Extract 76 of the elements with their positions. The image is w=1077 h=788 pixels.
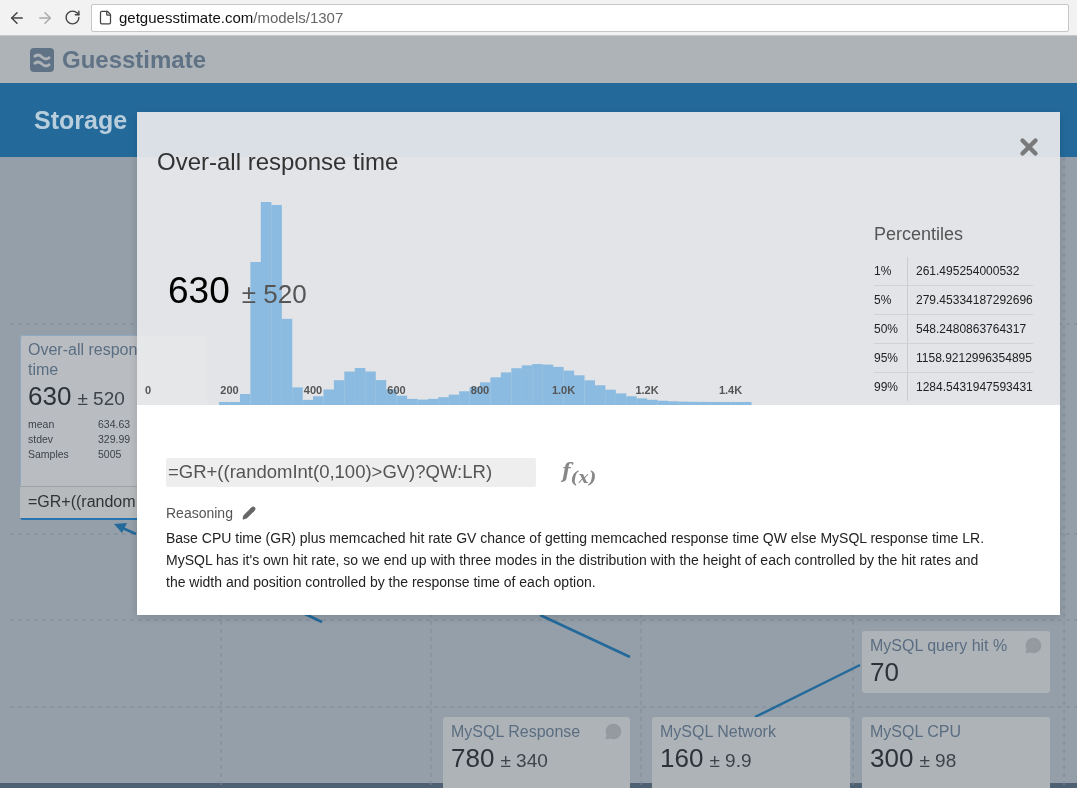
formula-field[interactable]: =GR+((randomInt(0,100)>GV)?QW:LR) xyxy=(166,458,536,487)
percentile-value: 1158.9212996354895 xyxy=(908,344,1033,373)
histogram-bar xyxy=(448,394,460,405)
axis-label: 200 xyxy=(220,384,239,396)
stat-label: mean xyxy=(28,418,56,430)
page-icon xyxy=(98,10,113,25)
axis-label: 600 xyxy=(387,384,406,396)
logo-icon xyxy=(30,47,54,72)
histogram-bar xyxy=(459,391,470,405)
mean-value: 630 xyxy=(168,270,230,312)
histogram-bar xyxy=(521,365,533,405)
card-value: 780 xyxy=(451,743,495,774)
axis-label: 1.4K xyxy=(718,384,743,396)
histogram-bar xyxy=(532,364,543,405)
percentile-value: 1284.5431947593431 xyxy=(915,379,1033,396)
model-title: Storage xyxy=(34,105,128,135)
address-bar[interactable]: getguesstimate.com/models/1307 xyxy=(91,3,1069,32)
card-spread: ± 98 xyxy=(919,750,957,772)
axis-label: 1.2K xyxy=(635,384,659,396)
axis-label: 400 xyxy=(303,384,323,396)
histogram-bar xyxy=(365,371,376,405)
url-path: /models/1307 xyxy=(253,9,344,26)
axis-label: 800 xyxy=(470,384,490,396)
histogram-bar xyxy=(573,375,585,405)
histogram-bar xyxy=(615,393,627,405)
card-title: time xyxy=(28,361,59,379)
reload-icon[interactable] xyxy=(64,9,81,26)
percentile-value: 261.495254000532 xyxy=(908,257,1033,286)
histogram-bar xyxy=(344,371,355,405)
card-value: 160 xyxy=(660,743,704,774)
histogram-bar xyxy=(584,380,595,405)
card[interactable]: MySQL Response 780 ± 340 xyxy=(443,717,630,788)
histogram-bar xyxy=(542,364,554,405)
function-button[interactable]: f$_{(x)}$ xyxy=(562,458,597,487)
percentile-label: 1% xyxy=(874,257,908,286)
axis-label: 1.0K xyxy=(551,384,576,396)
card-title: MySQL query hit % xyxy=(870,637,1008,655)
percentile-label: 50% xyxy=(874,315,908,344)
stat-value: 329.99 xyxy=(98,433,132,445)
percentile-label: 5% xyxy=(874,286,908,315)
stat-value: 634.63 xyxy=(98,418,132,430)
percentile-label: 95% xyxy=(874,344,908,373)
reasoning-text: Base CPU time (GR) plus memcached hit rate GV chance of getting memcached response time QW else MySQL response time LR. MySQL has it's own hit rate, so we end up with three modes in the distribution with the height of each controlled by the hit rates and the width and position controlled by the response time of each option. xyxy=(166,529,986,592)
histogram-bar xyxy=(354,367,366,405)
connector-line xyxy=(304,612,323,624)
connector-arrow xyxy=(114,523,137,536)
histogram-bar xyxy=(500,372,512,405)
card-value: 70 xyxy=(870,657,899,688)
card[interactable]: MySQL query hit % 70 xyxy=(862,631,1050,693)
axis-label: 0 xyxy=(144,384,152,396)
histogram-bar xyxy=(605,389,616,405)
percentile-value: 548.2480863764317 xyxy=(908,315,1033,344)
card[interactable]: MySQL Network 160 ± 9.9 xyxy=(652,717,850,788)
card-value: 300 xyxy=(870,743,914,774)
card-title: Over-all respon xyxy=(28,341,138,359)
histogram-bar xyxy=(490,377,502,405)
stat-label: stdev xyxy=(28,433,55,445)
modal-title: Over-all response time xyxy=(157,148,399,176)
stat-value: 5005 xyxy=(98,448,123,460)
percentiles-title: Percentiles xyxy=(874,224,965,245)
card[interactable]: MySQL CPU 300 ± 98 xyxy=(862,717,1050,788)
url-host: getguesstimate.com xyxy=(119,9,254,26)
card-title: MySQL CPU xyxy=(870,723,961,741)
card-spread: ± 9.9 xyxy=(709,750,752,772)
card-value: 630 xyxy=(28,381,72,412)
percentile-label: 99% xyxy=(874,373,908,401)
card-spread: ± 340 xyxy=(500,750,548,772)
pencil-icon[interactable] xyxy=(241,506,256,520)
percentile-value: 279.45334187292696 xyxy=(908,286,1033,315)
histogram-bar xyxy=(626,396,637,405)
stat-label: Samples xyxy=(28,448,70,460)
card-title: MySQL Response xyxy=(451,723,581,741)
histogram-bar xyxy=(594,385,606,405)
card-title: MySQL Network xyxy=(660,723,776,741)
histogram-bar xyxy=(511,368,522,405)
card-spread: ± 520 xyxy=(77,388,125,410)
